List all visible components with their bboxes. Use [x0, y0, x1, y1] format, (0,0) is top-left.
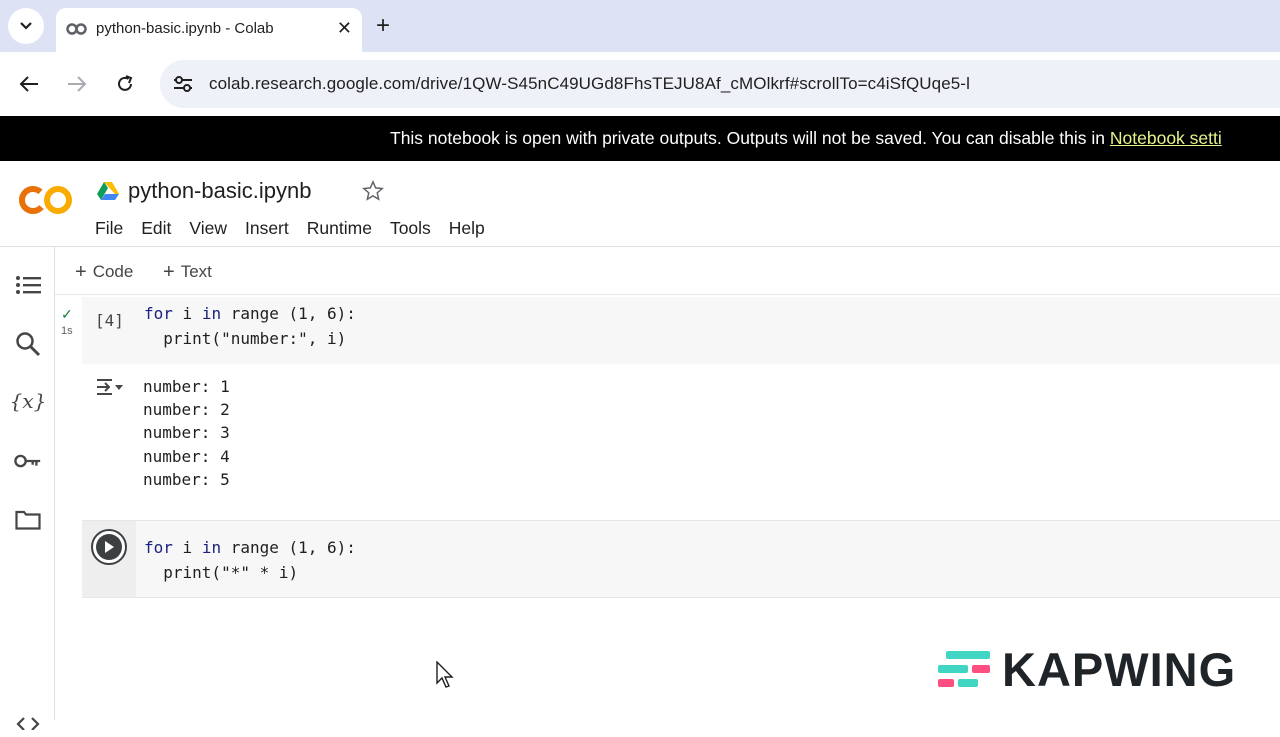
menu-insert[interactable]: Insert [245, 218, 289, 239]
cell-output: number: 1 number: 2 number: 3 number: 4 … [143, 375, 230, 491]
add-text-cell-button[interactable]: + Text [163, 261, 212, 284]
menu-runtime[interactable]: Runtime [307, 218, 372, 239]
site-info-icon[interactable] [173, 75, 193, 93]
kapwing-wordmark: KAPWING [1002, 643, 1237, 696]
code-editor[interactable]: for i in range (1, 6): print("*" * i) [144, 535, 356, 585]
browser-tab-active[interactable]: python-basic.ipynb - Colab ✕ [56, 8, 362, 52]
code-text: i [172, 538, 202, 557]
key-icon[interactable] [14, 447, 42, 475]
notebook-settings-link[interactable]: Notebook setti [1110, 128, 1222, 148]
plus-icon: + [75, 261, 87, 283]
code-text: i [172, 304, 202, 323]
tab-title: python-basic.ipynb - Colab [96, 20, 274, 37]
code-keyword: for [144, 304, 173, 323]
close-tab-icon[interactable]: ✕ [337, 18, 352, 38]
output-line: number: 5 [143, 469, 230, 489]
search-icon[interactable] [14, 330, 42, 358]
star-icon[interactable] [362, 180, 384, 202]
code-editor[interactable]: for i in range (1, 6): print("number:", … [144, 301, 356, 351]
execution-duration: 1s [61, 325, 73, 337]
variables-icon[interactable]: {x} [10, 387, 47, 415]
kapwing-logo-icon [938, 651, 990, 687]
code-text: print("*" * i) [163, 563, 299, 582]
code-text: range (1, 6): [221, 304, 356, 323]
code-keyword: in [201, 304, 222, 323]
output-line: number: 4 [143, 446, 230, 466]
left-sidebar: {x} [0, 247, 55, 730]
menu-tools[interactable]: Tools [390, 218, 431, 239]
tab-search-button[interactable] [8, 8, 44, 44]
add-text-label: Text [180, 262, 212, 281]
browser-toolbar: colab.research.google.com/drive/1QW-S45n… [0, 52, 1280, 116]
output-line: number: 3 [143, 423, 230, 443]
menu-file[interactable]: File [95, 218, 123, 239]
execution-count[interactable]: [4] [95, 311, 124, 330]
new-tab-icon[interactable]: + [376, 14, 390, 38]
menu-edit[interactable]: Edit [141, 218, 171, 239]
output-line: number: 2 [143, 400, 230, 420]
colab-header: python-basic.ipynb File Edit View Insert… [0, 161, 1280, 247]
reload-icon[interactable] [113, 72, 137, 96]
private-outputs-banner: This notebook is open with private outpu… [0, 116, 1280, 161]
plus-icon: + [163, 261, 175, 283]
play-icon [96, 534, 122, 560]
code-cell[interactable]: for i in range (1, 6): print("*" * i) [82, 520, 1280, 598]
colab-favicon-icon [66, 23, 87, 35]
code-text: print("number:", i) [163, 329, 347, 348]
notebook-title[interactable]: python-basic.ipynb [128, 178, 311, 204]
run-success-check-icon: ✓ [61, 306, 73, 322]
back-arrow-icon[interactable] [17, 72, 41, 96]
chevron-down-icon [20, 22, 32, 30]
mouse-cursor-icon [436, 661, 454, 688]
banner-message: This notebook is open with private outpu… [390, 128, 1110, 148]
code-cell[interactable]: for i in range (1, 6): print("number:", … [82, 297, 1280, 364]
colab-logo-icon[interactable] [18, 183, 74, 217]
output-line: number: 1 [143, 377, 230, 396]
notebook-toolbar: + Code + Text [55, 247, 1280, 295]
menu-view[interactable]: View [189, 218, 227, 239]
menu-bar: File Edit View Insert Runtime Tools Help [95, 218, 503, 239]
forward-arrow-icon[interactable] [65, 72, 89, 96]
add-code-label: Code [92, 262, 134, 281]
folder-icon[interactable] [14, 506, 42, 534]
kapwing-watermark: KAPWING [938, 645, 1250, 695]
url-text: colab.research.google.com/drive/1QW-S45n… [209, 74, 970, 93]
address-bar[interactable]: colab.research.google.com/drive/1QW-S45n… [160, 60, 1280, 108]
table-of-contents-icon[interactable] [14, 271, 42, 299]
add-code-cell-button[interactable]: + Code [75, 261, 133, 284]
code-snippets-icon[interactable] [14, 709, 42, 737]
output-actions-icon[interactable] [96, 378, 124, 398]
code-text: range (1, 6): [221, 538, 356, 557]
menu-help[interactable]: Help [449, 218, 485, 239]
browser-tab-strip: python-basic.ipynb - Colab ✕ + [0, 0, 1280, 52]
run-cell-button[interactable] [91, 529, 127, 565]
google-drive-icon[interactable] [97, 181, 119, 201]
code-keyword: in [201, 538, 222, 557]
code-keyword: for [144, 538, 173, 557]
